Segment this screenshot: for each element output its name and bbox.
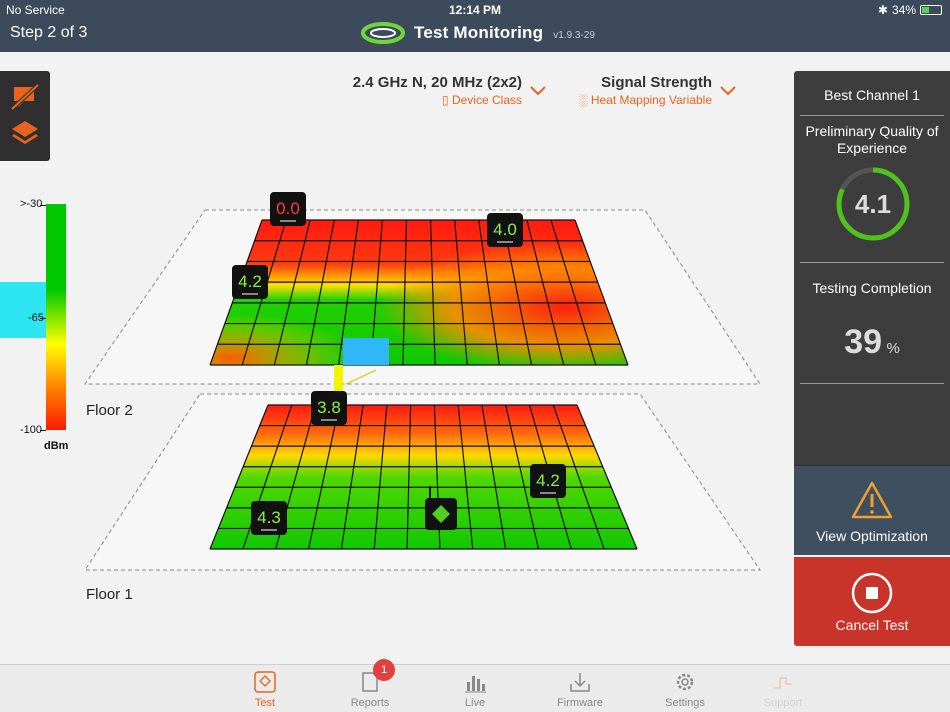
tab-reports[interactable]: 1 Reports (325, 659, 415, 712)
cancel-test-label: Cancel Test (835, 617, 909, 633)
measurement-marker[interactable]: 4.0 (487, 213, 523, 247)
gear-icon (676, 673, 694, 691)
measurement-marker[interactable]: 4.2 (232, 265, 268, 299)
tested-cell (343, 338, 389, 365)
test-status-panel: Best Channel 1 Preliminary Quality of Ex… (794, 71, 950, 646)
tab-firmware[interactable]: Firmware (535, 665, 625, 712)
measurement-marker[interactable]: 4.3 (251, 501, 287, 535)
svg-text:4.2: 4.2 (238, 272, 262, 291)
download-icon (570, 673, 590, 692)
reports-badge: 1 (373, 659, 395, 681)
tab-settings[interactable]: Settings (640, 665, 730, 712)
floor-1-label: Floor 1 (86, 586, 133, 603)
tab-live[interactable]: Live (430, 665, 520, 712)
svg-text:3.8: 3.8 (317, 398, 341, 417)
best-channel: Best Channel 1 (824, 87, 920, 103)
tab-test[interactable]: Test (220, 665, 310, 712)
testing-completion: 39 % (794, 323, 950, 362)
svg-text:4.2: 4.2 (536, 471, 560, 490)
completion-unit: % (886, 340, 900, 357)
test-icon (254, 671, 276, 693)
stats-card: Best Channel 1 Preliminary Quality of Ex… (794, 71, 950, 465)
measurement-marker[interactable]: 3.8 (311, 391, 347, 425)
cancel-test-button[interactable]: Cancel Test (794, 557, 950, 646)
stop-icon (851, 572, 893, 614)
qoe-gauge: 4.1 (836, 167, 910, 241)
svg-text:4.3: 4.3 (257, 508, 281, 527)
measurement-marker[interactable]: 0.0 (270, 192, 306, 226)
view-optimization-button[interactable]: View Optimization (794, 465, 950, 555)
svg-text:0.0: 0.0 (276, 199, 300, 218)
view-optimization-label: View Optimization (816, 528, 928, 544)
live-chart-icon (465, 676, 486, 693)
testing-completion-label: Testing Completion (812, 280, 932, 296)
warning-icon (851, 481, 893, 519)
floor-connector (334, 365, 343, 393)
completion-value: 39 (844, 323, 883, 361)
bottom-tab-bar: Test 1 Reports Live Firmware Settings Su… (0, 659, 950, 712)
svg-text:4.0: 4.0 (493, 220, 517, 239)
support-icon (774, 677, 792, 689)
tab-support[interactable]: Support (738, 665, 828, 712)
qoe-label: Preliminary Quality of Experience (805, 123, 939, 156)
floor-2-label: Floor 2 (86, 402, 133, 419)
qoe-value: 4.1 (855, 189, 891, 219)
measurement-marker[interactable]: 4.2 (530, 464, 566, 498)
